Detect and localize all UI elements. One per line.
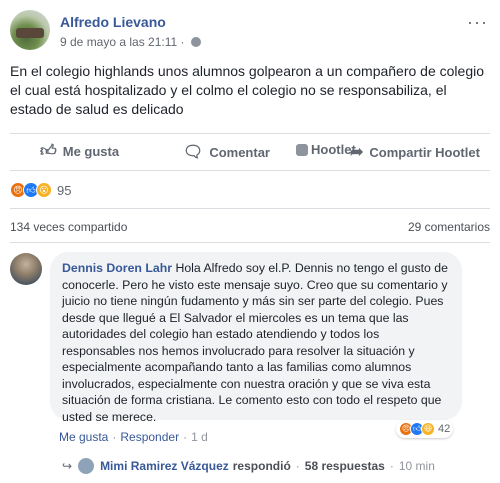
comment-button[interactable]: 🗨︎ Comentar	[183, 142, 270, 162]
action-bar: 👍︎ Me gusta 🗨︎ Comentar Hootlet ➦ Compar…	[10, 136, 490, 166]
divider-stats	[10, 208, 490, 209]
replies-row[interactable]: ↪ Mimi Ramirez Vázquez respondió · 58 re…	[62, 458, 435, 474]
reply-author-name: Mimi Ramirez Vázquez	[100, 459, 229, 473]
divider-actions	[10, 170, 490, 171]
comment-author-avatar[interactable]	[10, 253, 42, 285]
reply-verb: respondió	[232, 459, 291, 473]
reactions-row[interactable]: 😠︎ 👍︎ 😮︎ 95	[10, 180, 71, 200]
comment-reaction-count: 42	[438, 423, 451, 435]
comment-reactions[interactable]: 😠︎ 👍︎ 😆︎ 42	[396, 420, 454, 438]
share-button[interactable]: ➦ Compartir Hootlet	[350, 142, 480, 162]
share-label: Compartir Hootlet	[369, 144, 480, 160]
comment-author[interactable]: Dennis Doren Lahr	[62, 261, 172, 275]
comments-count[interactable]: 29 comentarios	[408, 220, 490, 234]
comment-time[interactable]: 1 d	[191, 430, 208, 444]
comment-text: Dennis Doren Lahr Hola Alfredo soy el.P.…	[62, 260, 450, 425]
more-options-icon[interactable]: ···	[467, 12, 488, 33]
hootlet-icon	[296, 143, 308, 156]
shares-count[interactable]: 134 veces compartido	[10, 220, 127, 234]
wow-reaction-icon: 😮︎	[36, 182, 52, 198]
reply-avatar	[78, 458, 95, 474]
post-date[interactable]: 9 de mayo a las 21:11	[60, 35, 177, 49]
haha-reaction-icon: 😆︎	[421, 422, 435, 436]
share-icon: ➦	[350, 144, 364, 161]
comment-body: Hola Alfredo soy el.P. Dennis no tengo e…	[62, 261, 448, 424]
post-header: Alfredo Lievano 9 de mayo a las 21:11 · …	[10, 10, 490, 54]
comment-label: Comentar	[209, 144, 270, 160]
hootlet-button[interactable]: Hootlet	[296, 142, 356, 157]
comment-icon: 🗨︎	[183, 144, 204, 161]
author-name[interactable]: Alfredo Lievano	[60, 14, 166, 30]
reply-count: 58 respuestas	[304, 459, 385, 473]
thumbs-up-icon: 👍︎	[40, 143, 57, 160]
comment-reply-link[interactable]: Responder	[120, 430, 179, 444]
comment-bubble: Dennis Doren Lahr Hola Alfredo soy el.P.…	[50, 252, 462, 424]
reply-time: 10 min	[398, 459, 435, 473]
globe-icon	[190, 37, 201, 47]
comment-like-link[interactable]: Me gusta	[59, 430, 108, 444]
author-avatar[interactable]	[10, 10, 50, 50]
reaction-count: 95	[57, 182, 72, 198]
divider-comments	[10, 242, 490, 243]
comment-actions: Me gusta · Responder · 1 d	[59, 430, 208, 444]
reply-arrow-icon: ↪	[62, 459, 73, 473]
post-text: En el colegio highlands unos alumnos gol…	[10, 63, 484, 117]
divider-top	[10, 133, 490, 134]
post-meta: 9 de mayo a las 21:11 ·	[60, 35, 201, 49]
like-label: Me gusta	[62, 144, 120, 159]
like-button[interactable]: 👍︎ Me gusta	[40, 142, 119, 161]
